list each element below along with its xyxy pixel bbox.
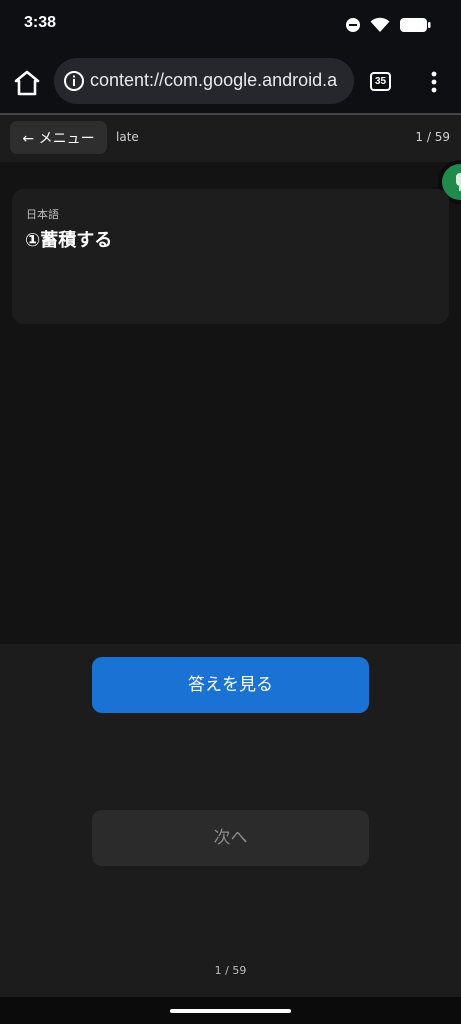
card-question: ①蓄積する — [25, 230, 113, 251]
url-bar[interactable]: content://com.google.android.a — [54, 58, 354, 104]
battery-icon — [400, 18, 431, 32]
site-info-icon[interactable] — [62, 69, 86, 93]
url-text[interactable]: content://com.google.android.a — [90, 70, 348, 91]
menu-button[interactable]: ← メニュー — [10, 121, 107, 154]
status-bar: 3:38 — [0, 0, 461, 50]
flashcard: 日本語 ①蓄積する — [12, 189, 449, 324]
progress-counter: 1 / 59 — [415, 130, 450, 144]
app-header: ← メニュー late 1 / 59 — [0, 115, 461, 162]
card-language-label: 日本語 — [26, 208, 59, 221]
home-icon[interactable] — [12, 68, 42, 98]
status-icons — [346, 14, 431, 36]
do-not-disturb-icon — [346, 18, 360, 32]
show-answer-button[interactable]: 答えを見る — [92, 657, 369, 713]
wifi-icon — [370, 17, 390, 32]
more-vert-icon[interactable] — [426, 70, 442, 94]
home-indicator[interactable] — [170, 1009, 291, 1013]
status-time: 3:38 — [24, 14, 57, 31]
footer-progress: 1 / 59 — [214, 964, 247, 977]
tab-switcher-button[interactable]: 35 — [370, 72, 391, 91]
next-button[interactable]: 次へ — [92, 810, 369, 866]
deck-title: late — [116, 130, 139, 144]
